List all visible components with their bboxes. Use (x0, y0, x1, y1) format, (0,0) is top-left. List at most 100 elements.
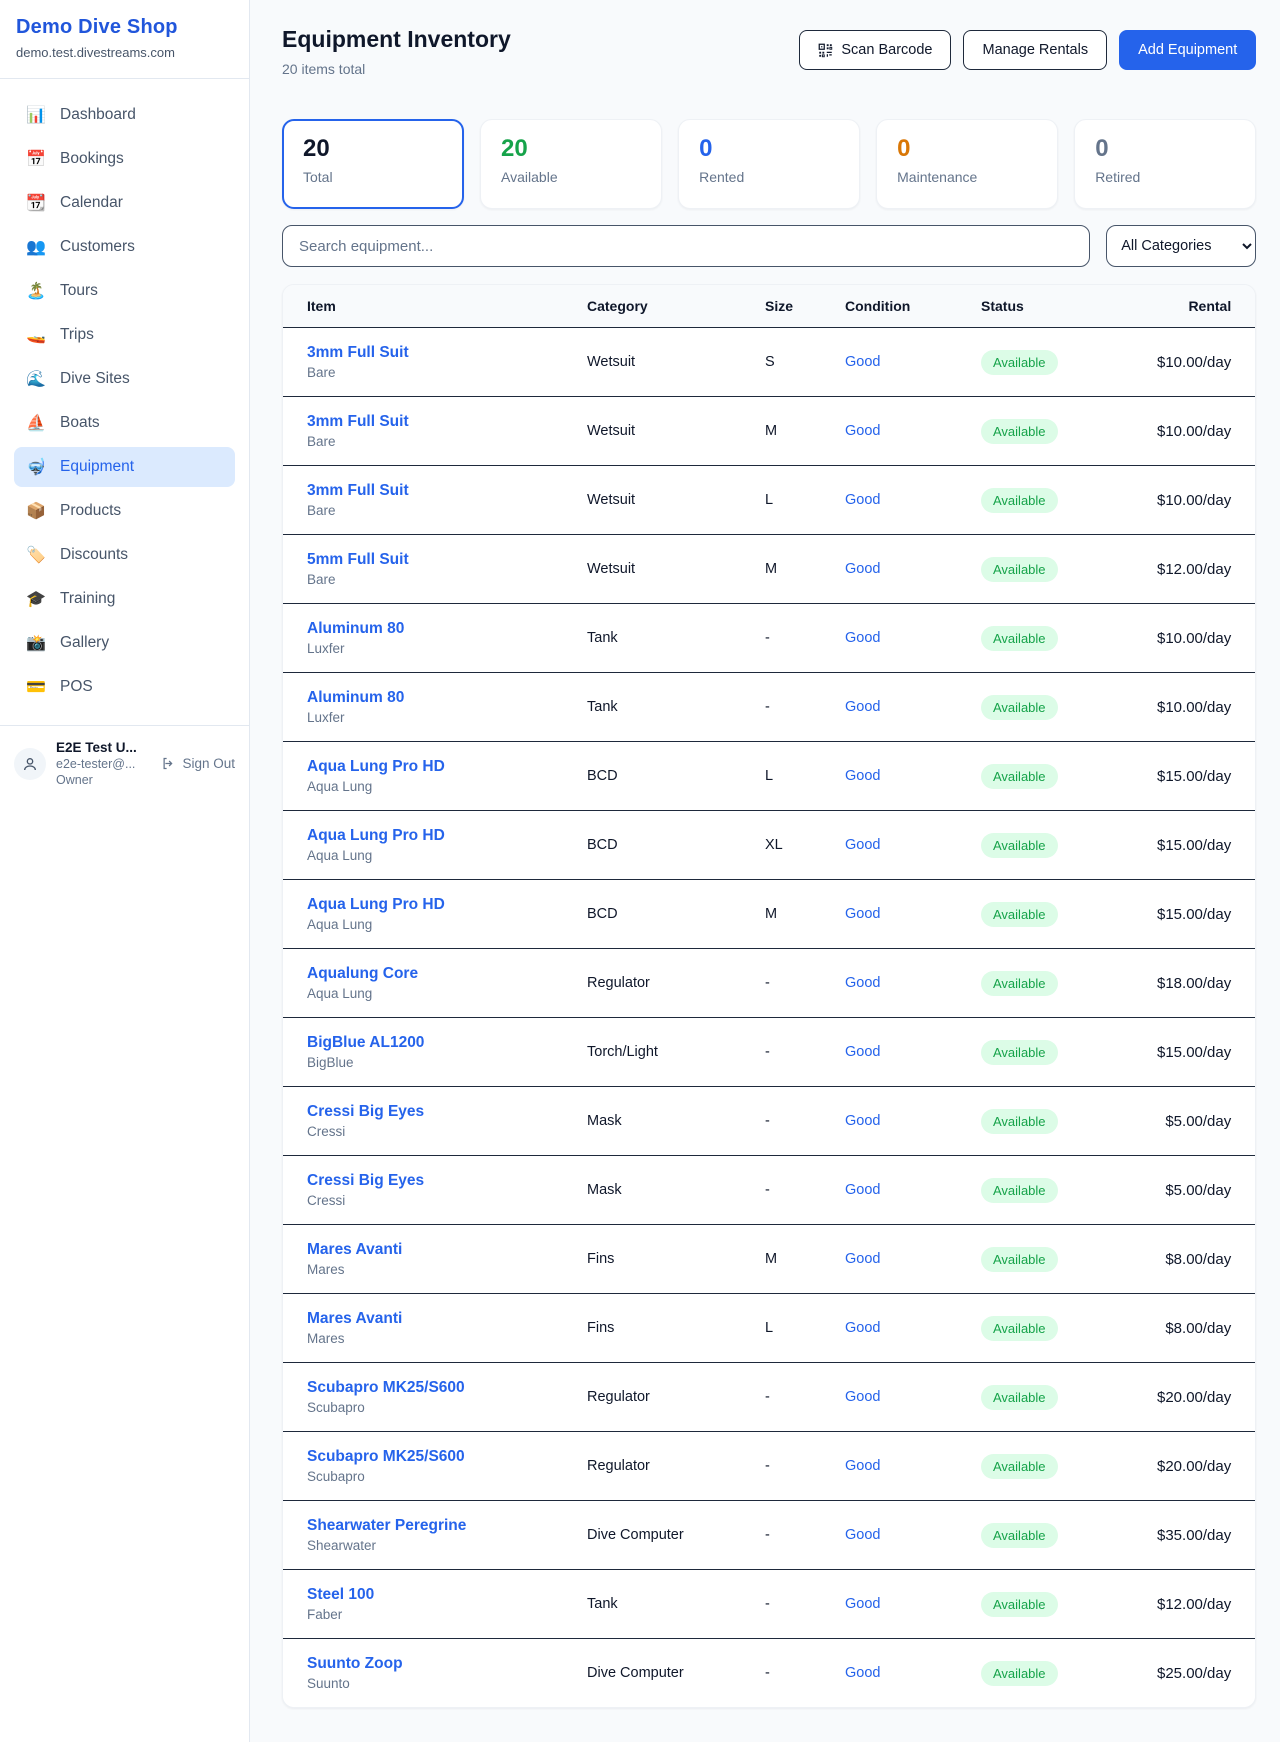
stat-value: 0 (699, 135, 839, 163)
sidebar-item-dive-sites[interactable]: 🌊 Dive Sites (14, 359, 235, 399)
item-condition-link[interactable]: Good (845, 492, 981, 508)
item-name-link[interactable]: 3mm Full Suit (307, 482, 587, 500)
main-content: Equipment Inventory 20 items total Scan … (250, 0, 1280, 1742)
sidebar-item-trips[interactable]: 🚤 Trips (14, 315, 235, 355)
sidebar-item-discounts[interactable]: 🏷️ Discounts (14, 535, 235, 575)
sidebar-item-label: Products (60, 502, 121, 520)
item-name-link[interactable]: Mares Avanti (307, 1310, 587, 1328)
table-row: Cressi Big Eyes Cressi Mask - Good Avail… (283, 1155, 1255, 1224)
sign-out-button[interactable]: Sign Out (161, 756, 235, 771)
item-brand: Scubapro (307, 1469, 587, 1484)
manage-rentals-button[interactable]: Manage Rentals (963, 30, 1107, 70)
item-name-link[interactable]: Aqualung Core (307, 965, 587, 983)
sidebar-item-pos[interactable]: 💳 POS (14, 667, 235, 707)
table-row: 3mm Full Suit Bare Wetsuit M Good Availa… (283, 396, 1255, 465)
status-badge: Available (981, 626, 1058, 651)
sidebar-item-gallery[interactable]: 📸 Gallery (14, 623, 235, 663)
dashboard-icon: 📊 (26, 105, 46, 125)
item-size: M (765, 1251, 845, 1267)
item-name-link[interactable]: 5mm Full Suit (307, 551, 587, 569)
status-badge: Available (981, 971, 1058, 996)
sidebar-item-tours[interactable]: 🏝️ Tours (14, 271, 235, 311)
item-rental-price: $20.00/day (1157, 1389, 1231, 1406)
item-name-link[interactable]: Cressi Big Eyes (307, 1172, 587, 1190)
item-condition-link[interactable]: Good (845, 906, 981, 922)
item-condition-link[interactable]: Good (845, 630, 981, 646)
item-condition-link[interactable]: Good (845, 1182, 981, 1198)
item-size: M (765, 423, 845, 439)
sidebar-item-label: Gallery (60, 634, 109, 652)
column-status: Status (981, 298, 1157, 314)
item-size: M (765, 561, 845, 577)
stat-card-rented[interactable]: 0 Rented (678, 119, 860, 209)
status-badge: Available (981, 695, 1058, 720)
item-condition-link[interactable]: Good (845, 1389, 981, 1405)
stat-value: 0 (1095, 135, 1235, 163)
item-name-link[interactable]: 3mm Full Suit (307, 413, 587, 431)
item-condition-link[interactable]: Good (845, 975, 981, 991)
table-row: BigBlue AL1200 BigBlue Torch/Light - Goo… (283, 1017, 1255, 1086)
item-condition-link[interactable]: Good (845, 1665, 981, 1681)
item-name-link[interactable]: BigBlue AL1200 (307, 1034, 587, 1052)
item-name-link[interactable]: 3mm Full Suit (307, 344, 587, 362)
sidebar-item-bookings[interactable]: 📅 Bookings (14, 139, 235, 179)
category-select[interactable]: All Categories (1106, 225, 1256, 267)
add-equipment-button[interactable]: Add Equipment (1119, 30, 1256, 70)
item-name-link[interactable]: Aqua Lung Pro HD (307, 827, 587, 845)
column-condition: Condition (845, 298, 981, 314)
item-condition-link[interactable]: Good (845, 1044, 981, 1060)
table-body: 3mm Full Suit Bare Wetsuit S Good Availa… (283, 327, 1255, 1707)
item-condition-link[interactable]: Good (845, 1320, 981, 1336)
sidebar-item-equipment[interactable]: 🤿 Equipment (14, 447, 235, 487)
item-name-link[interactable]: Aluminum 80 (307, 689, 587, 707)
item-name-link[interactable]: Steel 100 (307, 1586, 587, 1604)
item-condition-link[interactable]: Good (845, 1458, 981, 1474)
column-rental: Rental (1157, 298, 1231, 314)
item-name-link[interactable]: Aluminum 80 (307, 620, 587, 638)
item-name-link[interactable]: Aqua Lung Pro HD (307, 896, 587, 914)
item-condition-link[interactable]: Good (845, 1113, 981, 1129)
stat-card-total[interactable]: 20 Total (282, 119, 464, 209)
item-condition-link[interactable]: Good (845, 1527, 981, 1543)
user-email: e2e-tester@... (56, 757, 151, 771)
equipment-icon: 🤿 (26, 457, 46, 477)
shop-brand: Demo Dive Shop (16, 16, 233, 39)
scan-barcode-button[interactable]: Scan Barcode (799, 30, 951, 70)
status-badge: Available (981, 1592, 1058, 1617)
item-name-link[interactable]: Aqua Lung Pro HD (307, 758, 587, 776)
table-row: Cressi Big Eyes Cressi Mask - Good Avail… (283, 1086, 1255, 1155)
sidebar-item-training[interactable]: 🎓 Training (14, 579, 235, 619)
item-condition-link[interactable]: Good (845, 699, 981, 715)
item-name-link[interactable]: Cressi Big Eyes (307, 1103, 587, 1121)
item-name-link[interactable]: Mares Avanti (307, 1241, 587, 1259)
search-input[interactable] (282, 225, 1090, 267)
sidebar-item-dashboard[interactable]: 📊 Dashboard (14, 95, 235, 135)
item-name-link[interactable]: Suunto Zoop (307, 1655, 587, 1673)
item-condition-link[interactable]: Good (845, 837, 981, 853)
stat-card-maintenance[interactable]: 0 Maintenance (876, 119, 1058, 209)
status-badge: Available (981, 1109, 1058, 1134)
item-size: L (765, 768, 845, 784)
item-size: - (765, 1527, 845, 1543)
sidebar-item-calendar[interactable]: 📆 Calendar (14, 183, 235, 223)
item-condition-link[interactable]: Good (845, 768, 981, 784)
item-condition-link[interactable]: Good (845, 423, 981, 439)
person-icon (22, 756, 38, 772)
table-row: Aqua Lung Pro HD Aqua Lung BCD L Good Av… (283, 741, 1255, 810)
item-brand: Aqua Lung (307, 917, 587, 932)
stat-card-available[interactable]: 20 Available (480, 119, 662, 209)
item-name-link[interactable]: Scubapro MK25/S600 (307, 1448, 587, 1466)
table-row: 5mm Full Suit Bare Wetsuit M Good Availa… (283, 534, 1255, 603)
sidebar-item-products[interactable]: 📦 Products (14, 491, 235, 531)
sidebar-item-boats[interactable]: ⛵ Boats (14, 403, 235, 443)
item-condition-link[interactable]: Good (845, 1596, 981, 1612)
sidebar-item-customers[interactable]: 👥 Customers (14, 227, 235, 267)
item-category: Tank (587, 699, 765, 715)
stat-card-retired[interactable]: 0 Retired (1074, 119, 1256, 209)
item-condition-link[interactable]: Good (845, 1251, 981, 1267)
item-condition-link[interactable]: Good (845, 354, 981, 370)
item-condition-link[interactable]: Good (845, 561, 981, 577)
item-name-link[interactable]: Shearwater Peregrine (307, 1517, 587, 1535)
status-badge: Available (981, 488, 1058, 513)
item-name-link[interactable]: Scubapro MK25/S600 (307, 1379, 587, 1397)
